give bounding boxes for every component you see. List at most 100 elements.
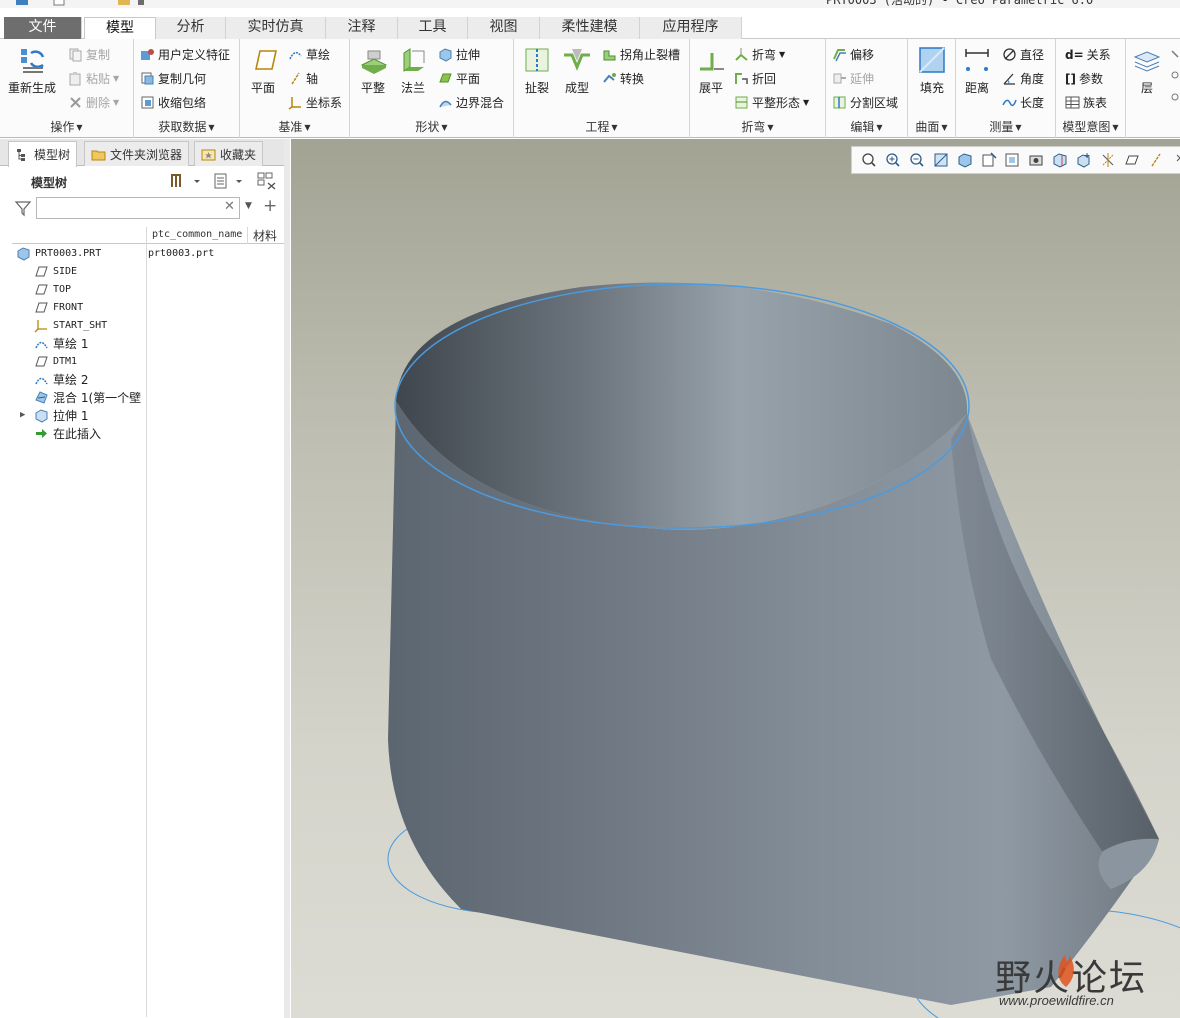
tree-item-part[interactable]: PRT0003.PRT	[16, 244, 101, 262]
repaint-button[interactable]	[931, 149, 951, 171]
tree-item-front[interactable]: FRONT	[34, 298, 83, 316]
extend-button[interactable]: 延伸	[832, 70, 874, 87]
section-button[interactable]	[1050, 149, 1070, 171]
family-table-button[interactable]: 族表	[1065, 94, 1107, 111]
plane-button[interactable]: 平面	[248, 45, 278, 96]
graphics-window[interactable]: 野火论坛 www.proewildfire.cn	[291, 139, 1180, 1018]
group-editing-label[interactable]: 编辑 ▼	[826, 119, 907, 136]
tab-tools[interactable]: 工具	[398, 17, 468, 39]
udf-button[interactable]: 用户定义特征	[140, 46, 230, 63]
group-datum-label[interactable]: 基准 ▼	[240, 119, 349, 136]
fill-button[interactable]: 填充	[917, 45, 947, 96]
group-shapes-label[interactable]: 形状 ▼	[350, 119, 513, 136]
more-display-button[interactable]	[1170, 149, 1180, 171]
tab-favorites[interactable]: 收藏夹	[194, 141, 264, 166]
tree-search-input[interactable]	[36, 197, 240, 219]
bend-button[interactable]: 折弯 ▼	[734, 46, 785, 63]
spin-center-button[interactable]	[1074, 149, 1094, 171]
angle-button[interactable]: 角度	[1002, 70, 1044, 87]
relations-icon: d=	[1065, 47, 1084, 62]
group-surfaces-label[interactable]: 曲面 ▼	[908, 119, 955, 136]
tab-applications[interactable]: 应用程序	[640, 17, 742, 39]
expand-arrow-icon[interactable]: ▶	[20, 410, 30, 420]
axis-display-button[interactable]	[1146, 149, 1166, 171]
tree-item-start-sht[interactable]: START_SHT	[34, 316, 107, 334]
perspective-button[interactable]	[1026, 149, 1046, 171]
tree-item-dtm1[interactable]: DTM1	[34, 352, 77, 370]
diameter-button[interactable]: 直径	[1002, 46, 1044, 63]
panel-resize-bar[interactable]	[284, 139, 290, 1018]
view-manager-button[interactable]	[1003, 149, 1023, 171]
tab-model-tree[interactable]: 模型树	[8, 141, 78, 167]
rip-button[interactable]: 扯裂	[522, 45, 552, 96]
plane-display-button[interactable]	[1122, 149, 1142, 171]
form-button[interactable]: 成型	[562, 45, 592, 96]
tree-settings-icon[interactable]	[168, 172, 206, 190]
overflow-icons[interactable]	[1170, 47, 1180, 117]
column-material[interactable]: 材料	[253, 227, 277, 244]
flange-button[interactable]: 法兰	[398, 45, 428, 96]
relations-button[interactable]: d= 关系	[1065, 46, 1111, 63]
extrude-button[interactable]: 拉伸	[438, 46, 480, 63]
flat-wall-button[interactable]: 平整	[358, 45, 388, 96]
tree-item-blend1[interactable]: 混合 1(第一个壁	[34, 388, 141, 406]
distance-button[interactable]: 距离	[962, 45, 992, 96]
clear-search-icon[interactable]: ✕	[224, 199, 235, 214]
planar-button[interactable]: 平面	[438, 70, 480, 87]
group-operations-label[interactable]: 操作 ▼	[0, 119, 133, 136]
tab-file[interactable]: 文件	[4, 17, 82, 39]
tab-analysis[interactable]: 分析	[156, 17, 226, 39]
convert-button[interactable]: 转换	[602, 70, 644, 87]
group-model-intent-label[interactable]: 模型意图 ▼	[1056, 119, 1125, 136]
refit-button[interactable]	[859, 149, 879, 171]
tree-display-icon[interactable]	[256, 171, 278, 191]
3d-model-view[interactable]	[291, 139, 1180, 1018]
length-button[interactable]: 长度	[1002, 94, 1044, 111]
tree-item-sketch1[interactable]: 草绘 1	[34, 334, 88, 352]
unbend-button[interactable]: 展平	[696, 45, 726, 96]
zoom-out-button[interactable]	[907, 149, 927, 171]
tab-model[interactable]: 模型	[84, 17, 156, 40]
group-engineering-label[interactable]: 工程 ▼	[514, 119, 689, 136]
csys-button[interactable]: 坐标系	[288, 94, 342, 111]
display-style-button[interactable]	[955, 149, 975, 171]
bend-back-button[interactable]: 折回	[734, 70, 776, 87]
group-bends-label[interactable]: 折弯 ▼	[690, 119, 825, 136]
paste-button[interactable]: 粘贴 ▼	[68, 70, 119, 87]
corner-relief-button[interactable]: 拐角止裂槽	[602, 46, 680, 63]
quick-access-toolbar[interactable]	[14, 0, 144, 8]
saved-orientations-button[interactable]	[979, 149, 999, 171]
copy-button[interactable]: 复制	[68, 46, 110, 63]
group-measure-label[interactable]: 测量 ▼	[956, 119, 1055, 136]
search-options-icon[interactable]: ▼	[245, 201, 252, 211]
tab-flexible-modeling[interactable]: 柔性建模	[540, 17, 640, 39]
tab-annotate[interactable]: 注释	[326, 17, 398, 39]
filter-icon[interactable]	[14, 199, 32, 217]
parameters-button[interactable]: [] 参数	[1065, 70, 1103, 87]
zoom-in-button[interactable]	[883, 149, 903, 171]
tab-view[interactable]: 视图	[468, 17, 540, 39]
sketch-button[interactable]: 草绘	[288, 46, 330, 63]
tab-folder-browser[interactable]: 文件夹浏览器	[84, 141, 190, 166]
offset-button[interactable]: 偏移	[832, 46, 874, 63]
tree-item-insert-here[interactable]: 在此插入	[34, 424, 101, 442]
tree-columns-icon[interactable]	[212, 172, 248, 190]
delete-button[interactable]: 删除 ▼	[68, 94, 119, 111]
flat-state-button[interactable]: 平整形态 ▼	[734, 94, 809, 111]
regenerate-button[interactable]: 重新生成	[8, 45, 56, 96]
split-area-button[interactable]: 分割区域	[832, 94, 898, 111]
group-get-data-label[interactable]: 获取数据 ▼	[134, 119, 239, 136]
column-common-name[interactable]: ptc_common_name	[152, 229, 242, 240]
tree-item-top[interactable]: TOP	[34, 280, 71, 298]
copy-geometry-button[interactable]: 复制几何	[140, 70, 206, 87]
tab-live-simulation[interactable]: 实时仿真	[226, 17, 326, 39]
boundary-blend-button[interactable]: 边界混合	[438, 94, 504, 111]
shrinkwrap-button[interactable]: 收缩包络	[140, 94, 206, 111]
layer-button[interactable]: 层	[1132, 45, 1162, 96]
tree-item-sketch2[interactable]: 草绘 2	[34, 370, 88, 388]
datum-display-button[interactable]	[1098, 149, 1118, 171]
add-filter-icon[interactable]: +	[263, 196, 277, 216]
tree-item-extrude1[interactable]: ▶ 拉伸 1	[20, 406, 88, 424]
axis-button[interactable]: 轴	[288, 70, 318, 87]
tree-item-side[interactable]: SIDE	[34, 262, 77, 280]
